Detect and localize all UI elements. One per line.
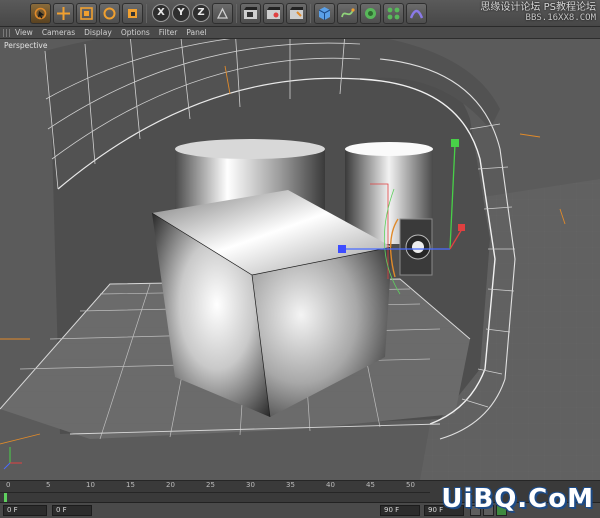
ruler-tick: 50 bbox=[406, 481, 415, 489]
menu-cameras[interactable]: Cameras bbox=[42, 28, 75, 37]
ruler-tick: 10 bbox=[86, 481, 95, 489]
subdivision-surface-icon[interactable] bbox=[360, 3, 381, 24]
x-axis-lock-button[interactable]: X bbox=[152, 4, 170, 22]
forum-watermark: 思缘设计论坛 PS教程论坛 BBS.16XX8.COM bbox=[480, 2, 596, 24]
current-frame-field[interactable]: 0 F bbox=[3, 505, 47, 516]
world-axis-icon bbox=[3, 447, 22, 470]
recent-tool-icon[interactable] bbox=[122, 3, 143, 24]
menu-filter[interactable]: Filter bbox=[159, 28, 178, 37]
ruler-tick: 45 bbox=[366, 481, 375, 489]
menu-view[interactable]: View bbox=[15, 28, 33, 37]
menu-options[interactable]: Options bbox=[121, 28, 150, 37]
ruler-tick: 25 bbox=[206, 481, 215, 489]
toolbar-separator bbox=[310, 4, 311, 23]
watermark-line-2: PS教程论坛 bbox=[543, 2, 596, 13]
watermark-line-1: 思缘设计论坛 bbox=[480, 2, 541, 13]
toolbar-separator bbox=[236, 4, 237, 23]
ruler-tick: 35 bbox=[286, 481, 295, 489]
scene-canvas[interactable] bbox=[0, 39, 600, 480]
z-axis-lock-button[interactable]: Z bbox=[192, 4, 210, 22]
perspective-viewport[interactable]: Perspective bbox=[0, 39, 600, 480]
ruler-tick: 5 bbox=[46, 481, 51, 489]
y-axis-handle bbox=[451, 139, 459, 147]
render-view-icon[interactable] bbox=[240, 3, 261, 24]
scale-icon[interactable] bbox=[76, 3, 97, 24]
toolbar-separator bbox=[146, 4, 147, 23]
playhead[interactable] bbox=[4, 493, 7, 502]
z-axis-handle bbox=[338, 245, 346, 253]
viewport-menu-bar: View Cameras Display Options Filter Pane… bbox=[0, 27, 600, 39]
coordinate-system-icon[interactable] bbox=[212, 3, 233, 24]
viewport-camera-label[interactable]: Perspective bbox=[4, 41, 47, 50]
ruler-tick: 20 bbox=[166, 481, 175, 489]
main-toolbar: X Y Z 思缘设计论坛 PS教程论坛 BBS.16XX8.COM bbox=[0, 0, 600, 27]
render-picture-viewer-icon[interactable] bbox=[263, 3, 284, 24]
ruler-tick: 40 bbox=[326, 481, 335, 489]
cube-primitive-icon[interactable] bbox=[314, 3, 335, 24]
site-watermark: UiBQ.CoM bbox=[441, 484, 594, 514]
menu-panel[interactable]: Panel bbox=[186, 28, 206, 37]
ruler-baseline bbox=[0, 492, 430, 493]
x-axis-handle bbox=[458, 224, 465, 231]
y-axis-lock-button[interactable]: Y bbox=[172, 4, 190, 22]
move-icon[interactable] bbox=[53, 3, 74, 24]
spline-pen-icon[interactable] bbox=[337, 3, 358, 24]
end-frame-field[interactable]: 90 F bbox=[380, 505, 420, 516]
deformer-icon[interactable] bbox=[406, 3, 427, 24]
ruler-tick: 0 bbox=[6, 481, 11, 489]
ruler-tick: 30 bbox=[246, 481, 255, 489]
watermark-line-3: BBS.16XX8.COM bbox=[525, 13, 596, 23]
panel-grip-icon[interactable] bbox=[3, 28, 11, 37]
start-frame-field[interactable]: 0 F bbox=[52, 505, 92, 516]
rotate-icon[interactable] bbox=[99, 3, 120, 24]
menu-display[interactable]: Display bbox=[84, 28, 112, 37]
array-generator-icon[interactable] bbox=[383, 3, 404, 24]
live-selection-icon[interactable] bbox=[30, 3, 51, 24]
edit-render-settings-icon[interactable] bbox=[286, 3, 307, 24]
ruler-tick: 15 bbox=[126, 481, 135, 489]
